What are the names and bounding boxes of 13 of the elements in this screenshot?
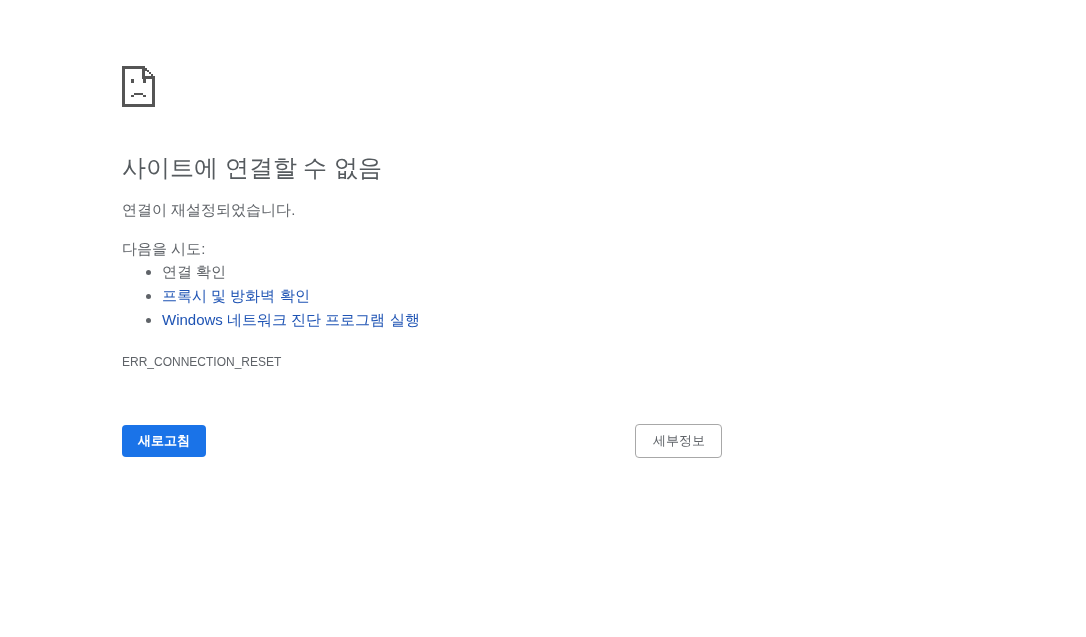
bullet-icon [146, 317, 151, 323]
suggestion-text: 연결 확인 [162, 262, 227, 282]
bullet-icon [146, 293, 151, 299]
details-button[interactable]: 세부정보 [635, 424, 722, 458]
reload-button[interactable]: 새로고침 [122, 425, 206, 457]
error-message: 연결이 재설정되었습니다. [122, 200, 296, 220]
error-title: 사이트에 연결할 수 없음 [122, 153, 382, 183]
suggestion-link[interactable]: 프록시 및 방화벽 확인 [162, 286, 310, 306]
sad-page-icon [122, 66, 155, 107]
error-code: ERR_CONNECTION_RESET [122, 354, 282, 370]
suggestions-heading: 다음을 시도: [122, 239, 206, 259]
bullet-icon [146, 269, 151, 275]
suggestion-link[interactable]: Windows 네트워크 진단 프로그램 실행 [162, 310, 420, 330]
